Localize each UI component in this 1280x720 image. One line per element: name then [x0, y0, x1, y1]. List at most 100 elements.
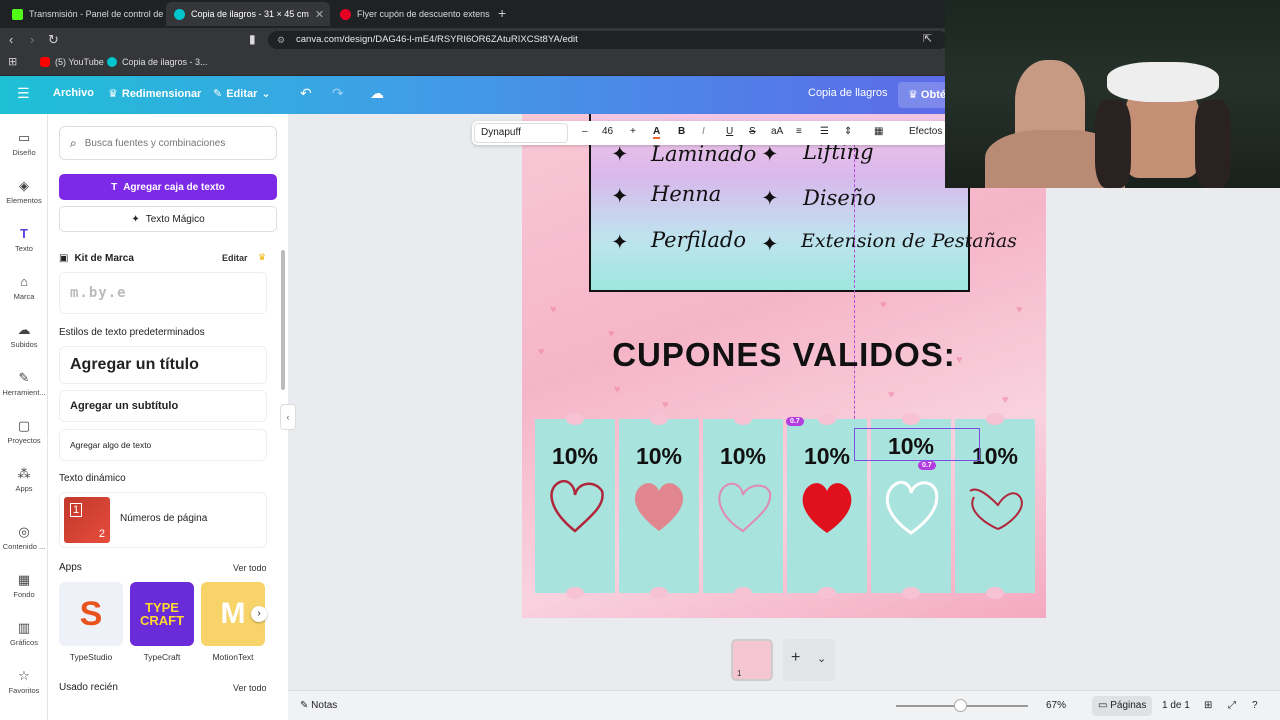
design-canvas[interactable]: ♥ ♥ ♥ ♥ ♥ ♥ ♥ ♥ ♥ ♥ ✦ Laminado ✦ Lifting…	[522, 114, 1046, 618]
rail-item-text[interactable]: T Texto	[0, 226, 48, 253]
redo-icon[interactable]: ↷	[332, 85, 344, 102]
coupon-2[interactable]: 10%	[619, 413, 699, 599]
rail-item-elements[interactable]: ◈ Elementos	[0, 178, 48, 205]
bookmark-icon[interactable]: ▮	[249, 32, 256, 46]
effects-button[interactable]: Efectos	[909, 126, 942, 137]
rail-item-brand[interactable]: ⌂ Marca	[0, 274, 48, 301]
fullscreen-icon[interactable]: ⤢	[1228, 700, 1236, 711]
back-icon[interactable]: ‹	[9, 32, 13, 47]
document-title[interactable]: Copia de llagros	[808, 87, 888, 99]
rail-item-favorites[interactable]: ☆ Favoritos	[0, 668, 48, 695]
add-page-button[interactable]: + ⌄	[783, 639, 835, 681]
search-input[interactable]	[84, 137, 255, 149]
collapse-panel-button[interactable]: ‹	[280, 404, 296, 430]
service-text[interactable]: Henna	[651, 182, 721, 206]
sparkle-icon: ✦	[761, 233, 779, 256]
share-icon[interactable]: ⇱	[923, 32, 932, 45]
spacing-badge: 0.7	[918, 461, 936, 470]
align-center-icon[interactable]: ≡	[796, 126, 802, 137]
brand-kit-heading: ▣ Kit de Marca	[59, 253, 134, 264]
coupon-1[interactable]: 10%	[535, 413, 615, 599]
edit-mode-button[interactable]: ✎ Editar ⌄	[213, 87, 271, 101]
rail-item-background[interactable]: ▦ Fondo	[0, 572, 48, 599]
transparency-icon[interactable]: ▦	[874, 126, 883, 137]
rail-item-tools[interactable]: ✎ Herramient...	[0, 370, 48, 397]
page-numbers-item[interactable]: 1 2 Números de página	[59, 492, 267, 548]
file-menu-button[interactable]: Archivo	[53, 87, 94, 99]
add-subtitle-item[interactable]: Agregar un subtítulo	[59, 390, 267, 422]
apps-see-all-link[interactable]: Ver todo	[233, 563, 267, 573]
menu-icon[interactable]: ☰	[17, 85, 30, 102]
zoom-slider-handle[interactable]	[954, 699, 967, 712]
coupon-3[interactable]: 10%	[703, 413, 783, 599]
chevron-right-icon[interactable]: ›	[251, 606, 267, 622]
resize-button[interactable]: ♛ Redimensionar	[108, 87, 201, 101]
rail-item-charts[interactable]: ▥ Gráficos	[0, 620, 48, 647]
rail-label: Marca	[13, 292, 35, 301]
cloud-save-icon[interactable]: ☁	[370, 85, 384, 102]
add-body-item[interactable]: Agregar algo de texto	[59, 429, 267, 461]
service-text[interactable]: Perfilado	[651, 228, 746, 252]
rail-item-content[interactable]: ◎ Contenido ...	[0, 524, 48, 551]
new-tab-icon[interactable]: +	[498, 5, 506, 21]
underline-icon[interactable]: U	[726, 126, 733, 137]
brand-edit-link[interactable]: Editar	[222, 253, 248, 263]
reload-icon[interactable]: ↻	[48, 32, 59, 48]
site-info-icon[interactable]: ⚙	[277, 31, 285, 49]
font-search[interactable]: ⌕	[59, 126, 277, 160]
rail-label: Diseño	[12, 148, 36, 157]
panel-scrollbar[interactable]	[281, 250, 285, 390]
magic-text-button[interactable]: ✦ Texto Mágico	[59, 206, 277, 232]
browser-tab-pinterest[interactable]: Flyer cupón de descuento extensión	[332, 2, 490, 26]
add-text-box-button[interactable]: T Agregar caja de texto	[59, 174, 277, 200]
rail-item-projects[interactable]: ▢ Proyectos	[0, 418, 48, 445]
coupon-percent[interactable]: 10%	[535, 443, 615, 470]
service-text[interactable]: Laminado	[651, 142, 756, 166]
pencil-icon: ✎	[213, 88, 223, 100]
list-icon[interactable]: ☰	[820, 126, 829, 137]
heart-icon: ♥	[614, 384, 621, 396]
alignment-guide	[854, 144, 855, 464]
brand-logo-item[interactable]: m.by.e	[59, 272, 267, 314]
app-typestudio[interactable]: S	[59, 582, 123, 646]
coupon-percent[interactable]: 10%	[703, 443, 783, 470]
text-toolbar: Dynapuff – 46 + A B I U S aA ≡ ☰ ⇕ ▦ Efe…	[472, 121, 948, 145]
text-case-icon[interactable]: aA	[771, 126, 783, 137]
selected-text-box[interactable]	[854, 428, 980, 461]
forward-icon[interactable]: ›	[30, 32, 34, 47]
recent-see-all-link[interactable]: Ver todo	[233, 683, 267, 693]
decrease-size-icon[interactable]: –	[582, 126, 588, 137]
undo-icon[interactable]: ↶	[300, 85, 312, 102]
increase-size-icon[interactable]: +	[630, 126, 636, 137]
rail-item-design[interactable]: ▭ Diseño	[0, 130, 48, 157]
spacing-icon[interactable]: ⇕	[844, 126, 852, 137]
service-text[interactable]: Extension de Pestañas	[801, 230, 1017, 252]
apps-grid-icon[interactable]: ⊞	[8, 55, 17, 68]
bold-icon[interactable]: B	[678, 126, 685, 137]
grid-view-icon[interactable]: ⊞	[1204, 700, 1212, 711]
zoom-level[interactable]: 67%	[1046, 700, 1066, 711]
bookmark-youtube[interactable]: (5) YouTube	[40, 57, 104, 67]
service-text[interactable]: Diseño	[803, 186, 876, 210]
font-size-input[interactable]: 46	[602, 126, 613, 137]
text-color-icon[interactable]: A	[653, 126, 661, 139]
close-tab-icon[interactable]: ✕	[315, 8, 324, 21]
notes-button[interactable]: ✎ Notas	[300, 700, 337, 711]
italic-icon[interactable]: I	[702, 126, 705, 137]
font-selector[interactable]: Dynapuff	[474, 123, 568, 143]
coupon-percent[interactable]: 10%	[619, 443, 699, 470]
rail-item-apps[interactable]: ⁂ Apps	[0, 466, 48, 493]
browser-tab-canva[interactable]: Copia de ilagros - 31 × 45 cm ✕	[166, 2, 330, 26]
strikethrough-icon[interactable]: S	[749, 126, 756, 137]
bookmark-canva[interactable]: Copia de ilagros - 3...	[107, 57, 208, 67]
app-typecraft[interactable]: TYPE CRAFT	[130, 582, 194, 646]
help-icon[interactable]: ?	[1252, 700, 1258, 711]
url-field[interactable]: ⚙ canva.com/design/DAG46-l-mE4/RSYRI6OR6…	[268, 31, 948, 49]
app-label: TypeStudio	[69, 652, 113, 662]
coupons-title[interactable]: CUPONES VALIDOS:	[522, 336, 1046, 374]
add-title-item[interactable]: Agregar un título	[59, 346, 267, 384]
page-thumbnail[interactable]: 1	[731, 639, 773, 681]
browser-tab-kick[interactable]: Transmisión - Panel de control de Ki	[4, 2, 166, 26]
pages-button[interactable]: ▭ Páginas	[1092, 696, 1153, 716]
rail-item-uploads[interactable]: ☁ Subidos	[0, 322, 48, 349]
